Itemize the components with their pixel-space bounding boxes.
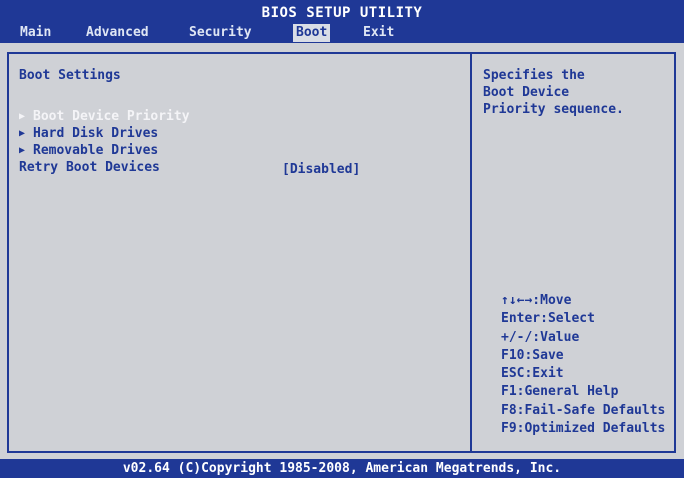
help-line: Boot Device — [483, 85, 570, 100]
tab-security[interactable]: Security — [186, 24, 255, 42]
boot-device-priority-item[interactable]: ▶ Boot Device Priority — [19, 109, 190, 125]
item-label: Hard Disk Drives — [33, 126, 159, 141]
key-fail-safe-defaults: F8:Fail-Safe Defaults — [501, 402, 666, 418]
help-line: Priority sequence. — [483, 102, 624, 117]
help-text: Specifies the Boot Device Priority seque… — [483, 67, 663, 118]
panel-divider — [470, 54, 472, 451]
key-select: Enter:Select — [501, 311, 595, 327]
menu-tabs: Main Advanced Security Boot Exit — [0, 24, 684, 42]
retry-boot-devices-value[interactable]: [Disabled] — [282, 162, 360, 177]
section-title: Boot Settings — [19, 68, 121, 83]
tab-boot[interactable]: Boot — [293, 24, 331, 42]
key-save: F10:Save — [501, 347, 564, 363]
copyright-footer: v02.64 (C)Copyright 1985-2008, American … — [0, 459, 684, 478]
key-exit: ESC:Exit — [501, 366, 564, 382]
tab-advanced[interactable]: Advanced — [83, 24, 152, 42]
removable-drives-item[interactable]: ▶ Removable Drives — [19, 143, 158, 159]
title-bar: BIOS SETUP UTILITY Main Advanced Securit… — [0, 0, 684, 43]
key-value: +/-/:Value — [501, 329, 580, 345]
help-line: Specifies the — [483, 68, 585, 83]
tab-exit[interactable]: Exit — [360, 24, 397, 42]
tab-main[interactable]: Main — [17, 24, 54, 42]
key-general-help: F1:General Help — [501, 384, 619, 400]
triangle-right-icon: ▶ — [19, 128, 26, 139]
key-legend: ↑↓←→:Move Enter:Select +/-/:Value F10:Sa… — [501, 292, 677, 438]
triangle-right-icon: ▶ — [19, 145, 26, 156]
key-move: ↑↓←→:Move — [501, 293, 572, 308]
triangle-right-icon: ▶ — [19, 111, 26, 122]
hard-disk-drives-item[interactable]: ▶ Hard Disk Drives — [19, 126, 158, 142]
retry-boot-devices-item[interactable]: Retry Boot Devices — [19, 160, 160, 176]
item-label: Boot Device Priority — [33, 109, 190, 124]
settings-panel: Boot Settings ▶ Boot Device Priority ▶ Har… — [7, 52, 676, 453]
key-optimized-defaults: F9:Optimized Defaults — [501, 421, 666, 437]
bios-title: BIOS SETUP UTILITY — [261, 5, 423, 21]
item-label: Removable Drives — [33, 143, 159, 158]
